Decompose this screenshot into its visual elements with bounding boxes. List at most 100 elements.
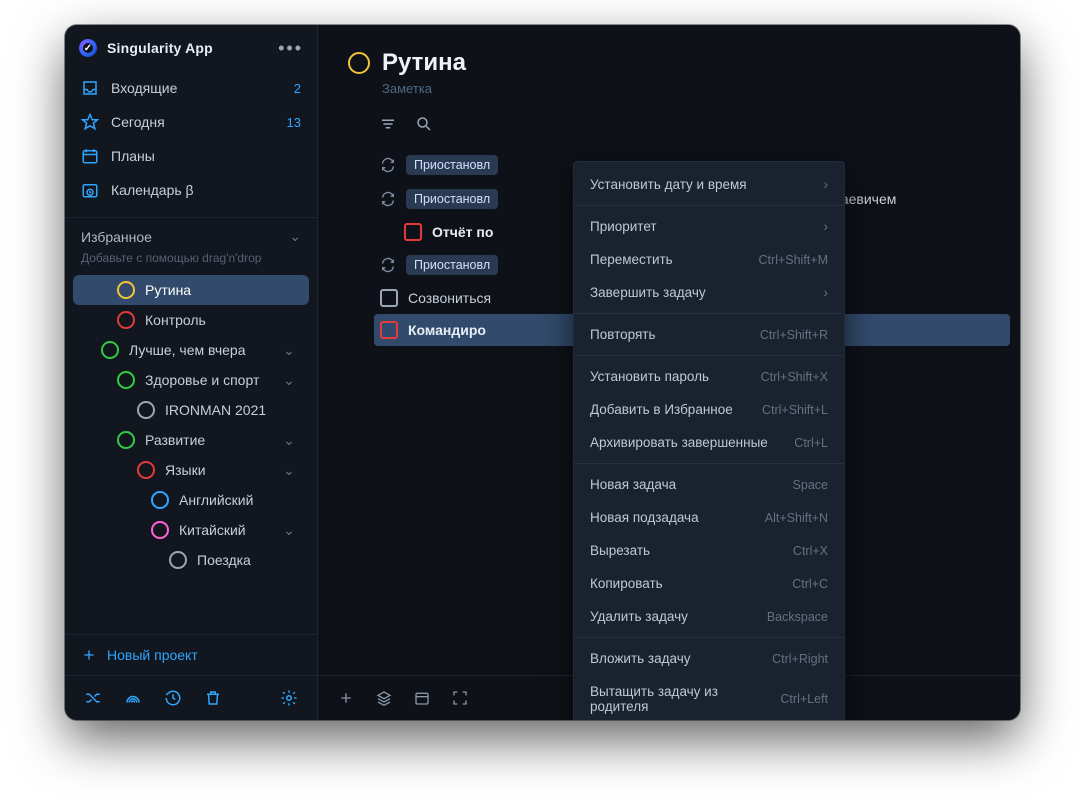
menu-shortcut: Alt+Shift+N (765, 511, 828, 525)
layers-icon[interactable] (374, 688, 394, 708)
menu-shortcut: Ctrl+Shift+L (762, 403, 828, 417)
checkbox-icon[interactable] (404, 223, 422, 241)
tree-node-label: Английский (179, 492, 253, 508)
menu-separator (574, 205, 844, 206)
task-toolbar (318, 102, 1020, 142)
menu-item[interactable]: ВырезатьCtrl+X (574, 534, 844, 567)
tree-node-label: Китайский (179, 522, 246, 538)
gear-icon[interactable] (279, 688, 299, 708)
tree-node[interactable]: Развитие⌄ (73, 425, 309, 455)
menu-item[interactable]: ПовторятьCtrl+Shift+R (574, 318, 844, 351)
menu-item-label: Приоритет (590, 219, 814, 234)
recurring-icon (380, 257, 396, 273)
menu-shortcut: Ctrl+C (792, 577, 828, 591)
tree-node[interactable]: Рутина (73, 275, 309, 305)
task-label: Созвониться (408, 290, 491, 306)
menu-shortcut: Ctrl+Shift+M (759, 253, 828, 267)
expand-icon[interactable] (450, 688, 470, 708)
nav-today[interactable]: Сегодня 13 (65, 105, 317, 139)
history-icon[interactable] (163, 688, 183, 708)
menu-item[interactable]: Приоритет › (574, 210, 844, 243)
nav-today-label: Сегодня (111, 114, 275, 130)
menu-shortcut: Ctrl+L (794, 436, 828, 450)
filter-icon[interactable] (378, 114, 398, 134)
sidebar-bottom-bar (65, 675, 317, 720)
date-icon[interactable] (412, 688, 432, 708)
menu-item[interactable]: Завершить задачу› (574, 276, 844, 309)
circle-icon (117, 281, 135, 299)
tree-node[interactable]: Контроль (73, 305, 309, 335)
favorites-section[interactable]: Избранное ⌄ (65, 217, 317, 249)
menu-item[interactable]: Установить парольCtrl+Shift+X (574, 360, 844, 393)
chevron-right-icon: › (824, 219, 829, 234)
circle-icon (101, 341, 119, 359)
tree-node[interactable]: Языки⌄ (73, 455, 309, 485)
menu-shortcut: Space (793, 478, 828, 492)
menu-item[interactable]: Добавить в ИзбранноеCtrl+Shift+L (574, 393, 844, 426)
more-icon[interactable]: ••• (278, 39, 303, 57)
chevron-right-icon: › (824, 177, 829, 192)
tree-node-label: Лучше, чем вчера (129, 342, 246, 358)
search-icon[interactable] (414, 114, 434, 134)
tree-node[interactable]: Поездка (73, 545, 309, 575)
nav-plans[interactable]: Планы (65, 139, 317, 173)
menu-item[interactable]: Новая задачаSpace (574, 468, 844, 501)
add-icon[interactable] (336, 688, 356, 708)
circle-icon (117, 311, 135, 329)
chevron-down-icon[interactable]: ⌄ (283, 342, 295, 359)
menu-item[interactable]: Вложить задачуCtrl+Right (574, 642, 844, 675)
project-circle-icon (348, 52, 370, 74)
app-window: { "app_title": "Singularity App", "nav":… (65, 25, 1020, 720)
app-logo-icon (79, 39, 97, 57)
menu-item-label: Вытащить задачу из родителя (590, 684, 770, 714)
tree-node-label: Рутина (145, 282, 191, 298)
menu-item[interactable]: Архивировать завершенныеCtrl+L (574, 426, 844, 459)
page-note[interactable]: Заметка (348, 81, 990, 96)
tree-node-label: Здоровье и спорт (145, 372, 259, 388)
context-menu: Установить дату и время › Приоритет › Переме… (573, 161, 845, 720)
nav-inbox-count: 2 (294, 81, 301, 96)
menu-item[interactable]: Удалить задачуBackspace (574, 600, 844, 633)
task-chip: Приостановл (406, 255, 498, 275)
task-chip: Приостановл (406, 155, 498, 175)
menu-shortcut: Ctrl+X (793, 544, 828, 558)
rainbow-icon[interactable] (123, 688, 143, 708)
nav-calendar[interactable]: Календарь β (65, 173, 317, 207)
calendar-icon (81, 181, 99, 199)
tree-node[interactable]: Здоровье и спорт ⌄ (73, 365, 309, 395)
chevron-down-icon[interactable]: ⌄ (283, 432, 295, 449)
chevron-down-icon[interactable]: ⌄ (283, 372, 295, 389)
nav-plans-label: Планы (111, 148, 301, 164)
tree-node[interactable]: Английский (73, 485, 309, 515)
checkbox-icon[interactable] (380, 289, 398, 307)
shuffle-icon[interactable] (83, 688, 103, 708)
tree-node[interactable]: Лучше, чем вчера ⌄ (73, 335, 309, 365)
nav-inbox[interactable]: Входящие 2 (65, 71, 317, 105)
menu-item-label: Удалить задачу (590, 609, 757, 624)
chevron-down-icon: ⌄ (289, 228, 301, 245)
tree-node[interactable]: IRONMAN 2021 (73, 395, 309, 425)
menu-shortcut: Ctrl+Shift+X (761, 370, 828, 384)
tree-node[interactable]: Китайский ⌄ (73, 515, 309, 545)
nav-primary: Входящие 2 Сегодня 13 Планы Кал (65, 67, 317, 211)
menu-item-label: Установить дату и время (590, 177, 814, 192)
chevron-down-icon[interactable]: ⌄ (283, 522, 295, 539)
sidebar: Singularity App ••• Входящие 2 Сегодня 1… (65, 25, 318, 720)
menu-item[interactable]: Установить дату и время › (574, 168, 844, 201)
menu-item[interactable]: ПереместитьCtrl+Shift+M (574, 243, 844, 276)
menu-item-label: Повторять (590, 327, 750, 342)
star-icon (81, 113, 99, 131)
menu-shortcut: Ctrl+Right (772, 652, 828, 666)
nav-inbox-label: Входящие (111, 80, 282, 96)
menu-item-label: Копировать (590, 576, 782, 591)
tree-node-label: IRONMAN 2021 (165, 402, 266, 418)
menu-item[interactable]: Новая подзадачаAlt+Shift+N (574, 501, 844, 534)
menu-item[interactable]: Копировать Ctrl+C (574, 567, 844, 600)
menu-item[interactable]: Вытащить задачу из родителяCtrl+Left (574, 675, 844, 720)
menu-separator (574, 355, 844, 356)
circle-icon (117, 371, 135, 389)
checkbox-icon[interactable] (380, 321, 398, 339)
new-project-button[interactable]: Новый проект (65, 634, 317, 675)
chevron-down-icon[interactable]: ⌄ (283, 462, 295, 479)
trash-icon[interactable] (203, 688, 223, 708)
